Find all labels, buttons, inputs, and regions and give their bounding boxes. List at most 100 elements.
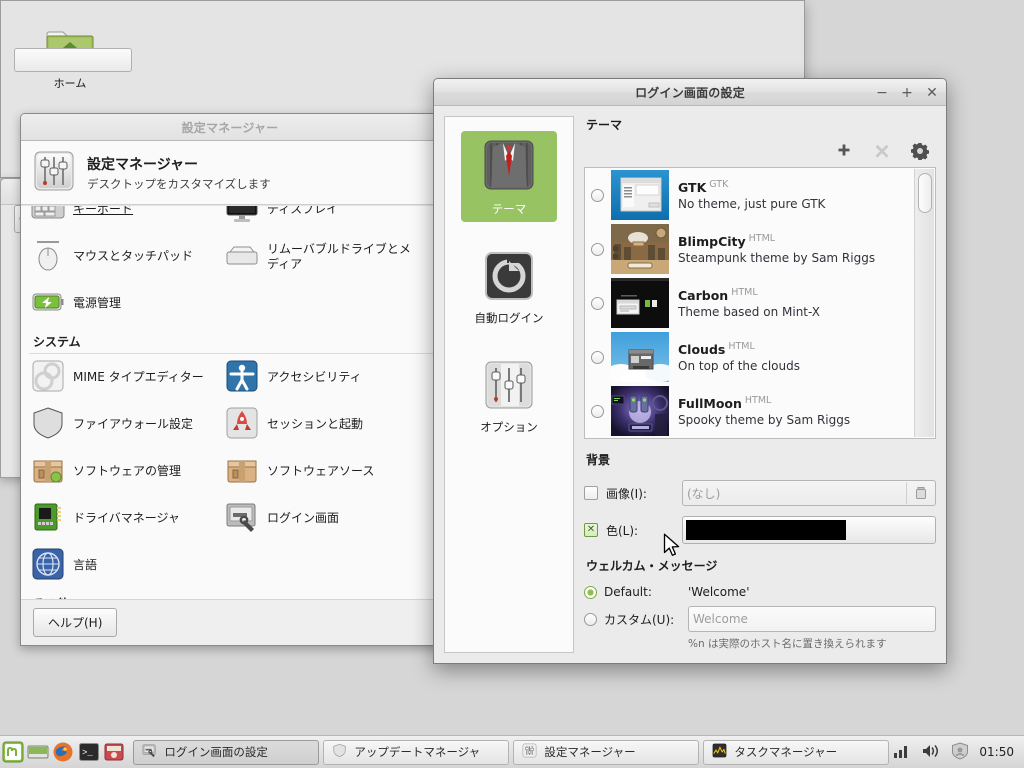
help-button[interactable]: ヘルプ(H) bbox=[33, 608, 118, 637]
settings-item[interactable]: アクセシビリティ bbox=[223, 354, 417, 401]
background-color-button[interactable] bbox=[682, 516, 936, 544]
theme-section-title: テーマ bbox=[586, 118, 623, 132]
settings-item[interactable]: ディスプレイ bbox=[223, 206, 417, 233]
sidebar-item-theme-label: テーマ bbox=[491, 202, 527, 216]
mint-menu-icon[interactable] bbox=[0, 736, 25, 768]
welcome-custom-radio[interactable] bbox=[584, 612, 597, 626]
background-color-checkbox[interactable]: ✕ bbox=[584, 523, 598, 537]
sidebar-item-options[interactable]: オプション bbox=[461, 353, 557, 440]
taskbar-task-button[interactable]: ログイン画面の設定 bbox=[133, 739, 320, 765]
add-theme-icon[interactable] bbox=[834, 141, 854, 161]
welcome-default-value: 'Welcome' bbox=[688, 585, 750, 599]
taskbar-task-label: 設定マネージャー bbox=[544, 745, 636, 759]
theme-radio[interactable] bbox=[591, 296, 604, 310]
taskbar-task-label: タスクマネージャー bbox=[734, 745, 838, 759]
background-image-checkbox[interactable] bbox=[584, 486, 598, 500]
theme-description: No theme, just pure GTK bbox=[678, 197, 826, 211]
drive-icon bbox=[225, 238, 259, 275]
theme-thumbnail bbox=[611, 278, 669, 328]
settings-item[interactable]: リムーバブルドライブとメディア bbox=[223, 233, 417, 280]
taskbar-task-button[interactable]: 設定マネージャー bbox=[513, 739, 700, 765]
background-image-row[interactable]: 画像(I): (なし) bbox=[584, 480, 936, 506]
theme-list-row[interactable]: FullMoon HTML Spooky theme by Sam Riggs bbox=[585, 384, 913, 438]
theme-kind: HTML bbox=[744, 395, 772, 406]
file-chooser-icon[interactable] bbox=[906, 482, 934, 504]
background-image-value: (なし) bbox=[687, 486, 721, 501]
settings-manager-scroll-area[interactable]: キーボード ディスプレイ マウスとタッチパッド リムーバブルドライブとメディア 電源管理… bbox=[21, 205, 439, 599]
minimize-icon[interactable]: − bbox=[874, 85, 890, 101]
login-dialog-window-buttons[interactable]: − + ✕ bbox=[874, 79, 940, 106]
theme-list-scrollbar-thumb[interactable] bbox=[918, 173, 932, 213]
settings-item[interactable]: ファイアウォール設定 bbox=[29, 401, 223, 448]
rocket-icon bbox=[225, 406, 259, 443]
theme-list-row[interactable]: BlimpCity HTML Steampunk theme by Sam Rigg… bbox=[585, 222, 913, 276]
background-image-label: 画像(I): bbox=[606, 486, 647, 501]
settings-item[interactable]: MIME タイプエディター bbox=[29, 354, 223, 401]
volume-icon[interactable] bbox=[921, 743, 941, 762]
settings-item[interactable]: キーボード bbox=[29, 206, 223, 233]
welcome-custom-row[interactable]: カスタム(U): Welcome bbox=[584, 606, 936, 632]
theme-text: Carbon HTML Theme based on Mint-X bbox=[678, 287, 820, 319]
settings-item[interactable]: 電源管理 bbox=[29, 280, 223, 327]
settings-manager-titlebar[interactable]: 設定マネージャー bbox=[21, 114, 439, 141]
theme-radio[interactable] bbox=[591, 188, 604, 202]
settings-item[interactable]: マウスとタッチパッド bbox=[29, 233, 223, 280]
login-dialog-titlebar[interactable]: ログイン画面の設定 − + ✕ bbox=[434, 79, 946, 106]
taskbar-task-button[interactable]: タスクマネージャー bbox=[703, 739, 890, 765]
settings-item[interactable]: ドライバマネージャ bbox=[29, 495, 223, 542]
software-manager-icon[interactable] bbox=[101, 736, 126, 768]
welcome-default-radio[interactable] bbox=[584, 585, 597, 599]
sidebar-item-theme[interactable]: テーマ bbox=[461, 131, 557, 222]
theme-list-row[interactable]: GTK GTK No theme, just pure GTK bbox=[585, 168, 913, 222]
settings-item[interactable]: セッションと起動 bbox=[223, 401, 417, 448]
gear-icon[interactable] bbox=[910, 141, 930, 161]
welcome-custom-label: カスタム(U): bbox=[604, 612, 675, 627]
welcome-default-row[interactable]: Default: 'Welcome' bbox=[584, 585, 936, 599]
taskbar-task-label: アップデートマネージャ bbox=[354, 745, 481, 759]
network-icon[interactable] bbox=[893, 743, 911, 762]
settings-group-title: その他 bbox=[29, 589, 433, 599]
system-tray[interactable]: 01:50 bbox=[893, 741, 1024, 763]
sidebar-item-autologin[interactable]: 自動ログイン bbox=[461, 244, 557, 331]
welcome-custom-entry[interactable]: Welcome bbox=[688, 606, 936, 632]
theme-list[interactable]: GTK GTK No theme, just pure GTK BlimpCity HT… bbox=[584, 167, 936, 439]
settings-item[interactable]: ソフトウェアの管理 bbox=[29, 448, 223, 495]
clock[interactable]: 01:50 bbox=[979, 745, 1014, 759]
update-shield-icon[interactable] bbox=[951, 741, 969, 763]
close-icon[interactable]: ✕ bbox=[924, 85, 940, 101]
background-window-field[interactable] bbox=[14, 48, 132, 72]
keyboard-icon bbox=[31, 206, 65, 228]
background-color-row[interactable]: ✕ 色(L): bbox=[584, 516, 936, 544]
settings-group-grid: キーボード ディスプレイ マウスとタッチパッド リムーバブルドライブとメディア 電源管理 bbox=[29, 206, 439, 327]
settings-item-label: MIME タイプエディター bbox=[73, 370, 204, 384]
settings-manager-window[interactable]: 設定マネージャー 設定マネージャー デスクトップをカスタマイズします キーボード… bbox=[20, 113, 440, 646]
package-icon bbox=[31, 453, 65, 490]
theme-list-scrollbar[interactable] bbox=[914, 169, 934, 437]
theme-list-row[interactable]: Carbon HTML Theme based on Mint-X bbox=[585, 276, 913, 330]
login-dialog-sidebar[interactable]: テーマ 自動ログイン オプション bbox=[444, 116, 574, 653]
login-dialog-title: ログイン画面の設定 bbox=[635, 85, 745, 100]
login-settings-dialog[interactable]: ログイン画面の設定 − + ✕ テーマ 自動ログイン オプション テーマ GTK… bbox=[433, 78, 947, 664]
show-desktop-icon[interactable] bbox=[25, 736, 50, 768]
theme-list-row[interactable]: Clouds HTML On top of the clouds bbox=[585, 330, 913, 384]
login-screen-icon bbox=[225, 500, 259, 537]
shield-icon bbox=[31, 406, 65, 443]
background-image-entry[interactable]: (なし) bbox=[682, 480, 936, 506]
theme-toolbar[interactable] bbox=[584, 137, 936, 167]
settings-item[interactable]: 言語 bbox=[29, 542, 223, 589]
theme-thumbnail bbox=[611, 332, 669, 382]
theme-radio[interactable] bbox=[591, 242, 604, 256]
remove-theme-icon[interactable] bbox=[872, 141, 892, 161]
taskbar-task-button[interactable]: アップデートマネージャ bbox=[323, 739, 510, 765]
maximize-icon[interactable]: + bbox=[899, 85, 915, 101]
theme-radio[interactable] bbox=[591, 350, 604, 364]
firefox-icon[interactable] bbox=[51, 736, 76, 768]
settings-item[interactable]: ログイン画面 bbox=[223, 495, 417, 542]
terminal-icon[interactable]: >_ bbox=[76, 736, 101, 768]
taskbar[interactable]: >_ ログイン画面の設定 アップデートマネージャ 設定マネージャー タスクマネージャー bbox=[0, 735, 1024, 768]
theme-radio[interactable] bbox=[591, 404, 604, 418]
settings-item-label: 言語 bbox=[73, 558, 98, 572]
welcome-section-title: ウェルカム・メッセージ bbox=[586, 559, 718, 573]
login-screen-icon bbox=[142, 743, 157, 761]
settings-item[interactable]: ソフトウェアソース bbox=[223, 448, 417, 495]
